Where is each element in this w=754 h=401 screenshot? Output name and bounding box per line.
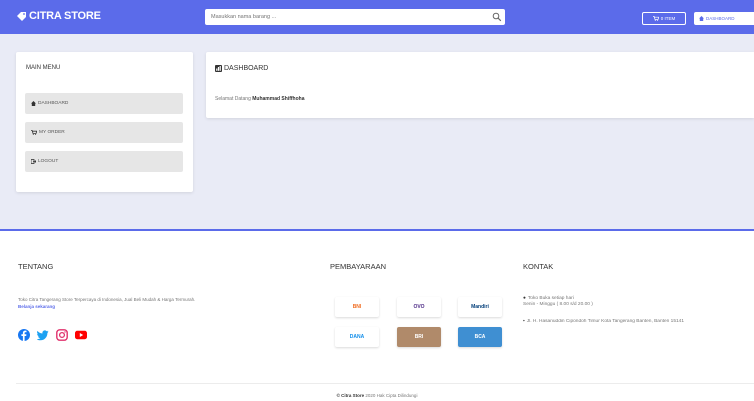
- hours-title: Toko Buka setiap hari: [527, 296, 574, 301]
- shop-now-link[interactable]: Belanja sekarang: [18, 304, 55, 309]
- home-icon: [31, 101, 36, 106]
- payment-logo-bca: BCA: [458, 327, 502, 347]
- brand-name: CITRA STORE: [29, 10, 101, 22]
- sidebar-item-dashboard[interactable]: DASHBOARD: [25, 93, 183, 114]
- copyright-brand: © Citra Store: [336, 393, 365, 398]
- instagram-icon[interactable]: [56, 329, 68, 341]
- dashboard-card: DASHBOARD Selamat Datang Muhammad Shiffh…: [206, 52, 754, 118]
- payment-logo-bni: BNI: [335, 297, 379, 317]
- address-text: Jl. H. Hasanuddin Cipondoh Timur Kota Ta…: [526, 319, 684, 324]
- store-address: ⬩ Jl. H. Hasanuddin Cipondoh Timur Kota T…: [523, 319, 754, 325]
- cart-icon: [31, 130, 37, 135]
- cart-label: 0 ITEM: [660, 16, 676, 21]
- cart-icon: [652, 16, 659, 21]
- user-name: Muhammad Shiffhoha: [252, 96, 305, 102]
- sidebar-item-label: LOGOUT: [38, 159, 59, 164]
- welcome-prefix: Selamat Datang: [215, 96, 251, 102]
- sidebar-item-label: DASHBOARD: [38, 101, 69, 106]
- payment-title: PEMBAYARAAN: [330, 262, 386, 271]
- sidebar-item-label: MY ORDER: [39, 130, 65, 135]
- search-input[interactable]: [205, 9, 485, 25]
- copyright-text: 2020 Hak Cipta Dilindungi: [365, 393, 418, 398]
- payment-logo-bri: BRI: [397, 327, 441, 347]
- navbar: CITRA STORE 0 ITEM DASHBOARD: [0, 0, 754, 34]
- about-description: Toko Citra Tangerang Store Terpercaya di…: [18, 297, 196, 302]
- dashboard-button[interactable]: DASHBOARD: [694, 12, 754, 25]
- sidebar-item-my-order[interactable]: MY ORDER: [25, 122, 183, 143]
- social-links: [18, 329, 87, 341]
- payment-logo-mandiri: Mandiri: [458, 297, 502, 317]
- footer-divider: [16, 383, 754, 384]
- contact-title: KONTAK: [523, 262, 554, 271]
- page-title-text: DASHBOARD: [224, 65, 269, 72]
- main-menu-title: MAIN MENU: [26, 65, 61, 71]
- welcome-message: Selamat Datang Muhammad Shiffhoha: [215, 96, 304, 102]
- search-bar: [205, 9, 505, 25]
- main-menu-card: MAIN MENU DASHBOARD MY ORDER LOGOUT: [16, 52, 193, 192]
- logout-icon: [31, 159, 36, 164]
- map-pin-icon: ⬩: [523, 319, 525, 324]
- payment-logo-dana: DANA: [335, 327, 379, 347]
- home-icon: [699, 16, 704, 21]
- brand-logo[interactable]: CITRA STORE: [16, 10, 101, 22]
- copyright: © Citra Store 2020 Hak Cipta Dilindungi: [0, 393, 754, 398]
- dashboard-button-label: DASHBOARD: [706, 16, 735, 21]
- youtube-icon[interactable]: [75, 329, 87, 341]
- sidebar-item-logout[interactable]: LOGOUT: [25, 151, 183, 172]
- clock-icon: ●: [523, 296, 526, 301]
- dashboard-icon: [215, 65, 222, 72]
- about-title: TENTANG: [18, 262, 54, 271]
- search-icon[interactable]: [492, 12, 502, 22]
- opening-hours: ● Toko Buka setiap hari Senin - Minggu ( …: [523, 296, 593, 308]
- facebook-icon[interactable]: [18, 329, 30, 341]
- twitter-icon[interactable]: [37, 329, 49, 341]
- about-text-block: Toko Citra Tangerang Store Terpercaya di…: [18, 296, 308, 310]
- hours-text: Senin - Minggu ( 8.00 s/d 20.00 ): [523, 302, 593, 307]
- tag-icon: [17, 11, 26, 21]
- page-title: DASHBOARD: [215, 65, 268, 72]
- payment-logo-ovo: OVO: [397, 297, 441, 317]
- cart-button[interactable]: 0 ITEM: [642, 12, 686, 25]
